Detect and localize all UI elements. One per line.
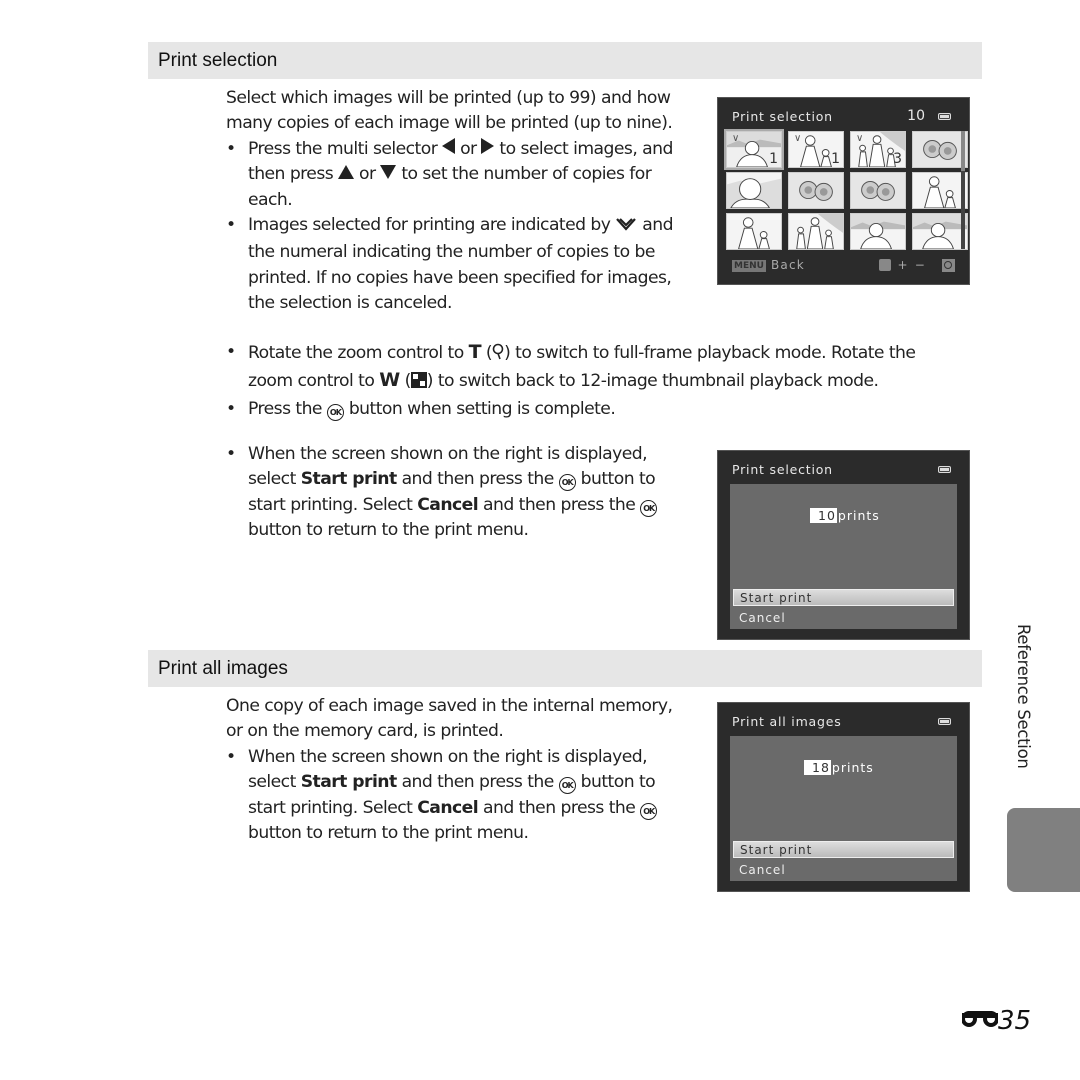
back-label: Back (770, 258, 805, 272)
thumbnail-image (796, 214, 843, 249)
side-tab-marker (1007, 808, 1080, 892)
ok-button-icon: OK (326, 403, 344, 421)
thumbnail-image (851, 214, 905, 249)
scrollbar-thumb[interactable] (961, 131, 965, 171)
bullet-start-print: When the screen shown on the right is di… (226, 442, 686, 544)
thumbnail-image (727, 178, 781, 208)
screen-title: Print selection (732, 462, 833, 477)
thumbnail-image (738, 217, 770, 249)
copies-count: 1 (769, 151, 778, 167)
ok-button-icon: OK (558, 474, 576, 492)
down-arrow-icon (380, 165, 397, 180)
print-all-text: One copy of each image saved in the inte… (226, 694, 686, 846)
ok-button-icon: OK (558, 777, 576, 795)
copies-count: 3 (893, 151, 902, 167)
section-header-print-all-images: Print all images (148, 650, 982, 687)
print-check-icon (615, 215, 637, 240)
plus-icon: + (897, 258, 909, 272)
minus-icon: − (914, 258, 926, 272)
cancel-option[interactable]: Cancel (733, 862, 954, 879)
thumbnail-mother-child[interactable]: ∨ 1 (788, 131, 844, 168)
print-check-icon: ∨ (794, 133, 802, 144)
right-arrow-icon (481, 137, 495, 154)
thumbnail-portrait[interactable]: ∨ 1 (724, 129, 784, 170)
thumbnail-grid-icon (410, 371, 427, 396)
start-print-option[interactable]: Start print (733, 841, 954, 858)
battery-icon (938, 113, 951, 120)
thumbnail-image (789, 173, 843, 208)
prints-count: 18 (804, 760, 831, 775)
screen-title: Print all images (732, 714, 842, 729)
thumbnail-image (851, 173, 905, 208)
battery-icon (938, 718, 951, 725)
intro-paragraph: One copy of each image saved in the inte… (226, 696, 673, 742)
prints-label: prints (837, 508, 880, 523)
copies-count: 1 (831, 151, 840, 167)
bullet-start-print: When the screen shown on the right is di… (226, 745, 686, 847)
confirm-panel: 18 prints Start print Cancel (730, 736, 957, 881)
prints-count: 10 (810, 508, 837, 523)
thumbnail-image (913, 214, 967, 249)
up-down-icon (879, 259, 892, 271)
thumbnail-flowers[interactable] (912, 131, 968, 168)
prints-count-display: 10 prints (810, 508, 880, 523)
ok-button-icon: OK (640, 802, 658, 820)
bullet-selected-indicator: Images selected for printing are indicat… (226, 213, 698, 317)
thumbnail-image (913, 132, 967, 167)
thumbnail-family[interactable]: ∨ 3 (850, 131, 906, 168)
camera-screen-confirm-selection: Print selection 10 prints Start print Can… (717, 450, 970, 640)
prints-label: prints (831, 760, 874, 775)
scrollbar[interactable] (961, 131, 965, 249)
left-arrow-icon (442, 137, 456, 154)
thumbnail-portrait[interactable] (912, 213, 968, 250)
confirm-panel: 10 prints Start print Cancel (730, 484, 957, 629)
thumbnail-image (924, 176, 956, 208)
zoom-icon (942, 258, 955, 272)
camera-screen-confirm-all: Print all images 18 prints Start print Ca… (717, 702, 970, 892)
ok-button-icon: OK (640, 499, 658, 517)
thumbnail-mother-child[interactable] (912, 172, 968, 209)
print-check-icon: ∨ (856, 133, 864, 144)
thumbnail-portrait[interactable] (850, 213, 906, 250)
thumbnail-mother-child[interactable] (726, 213, 782, 250)
bullet-multi-selector: Press the multi selector or to select im… (226, 137, 696, 213)
print-selection-text-middle: Rotate the zoom control to T () to switc… (226, 340, 961, 423)
page-number: 35 (961, 1006, 1031, 1036)
start-print-option[interactable]: Start print (733, 589, 954, 606)
thumbnail-grid: ∨ 1 ∨ 1 ∨ 3 (724, 129, 968, 250)
side-tab-label: Reference Section (1014, 624, 1033, 769)
zoom-magnifier-icon (492, 343, 504, 368)
reference-section-icon (961, 1006, 999, 1036)
thumbnail-family[interactable] (788, 213, 844, 250)
screen-footer: MENU Back + − (732, 258, 955, 276)
menu-button-icon: MENU (732, 260, 766, 272)
thumbnail-flowers[interactable] (788, 172, 844, 209)
intro-paragraph: Select which images will be printed (up … (226, 88, 673, 134)
up-arrow-icon (338, 165, 355, 180)
bullet-press-ok: Press the OK button when setting is comp… (226, 397, 961, 423)
screen-title: Print selection (732, 109, 833, 124)
thumbnail-face[interactable] (726, 172, 782, 209)
bullet-zoom-control: Rotate the zoom control to T () to switc… (226, 340, 961, 397)
prints-count-display: 18 prints (804, 760, 874, 775)
section-header-print-selection: Print selection (148, 42, 982, 79)
thumbnail-flowers[interactable] (850, 172, 906, 209)
battery-icon (938, 466, 951, 473)
print-selection-text-top: Select which images will be printed (up … (226, 86, 696, 317)
print-check-icon: ∨ (732, 133, 740, 144)
camera-screen-thumbnail: Print selection 10 ∨ 1 ∨ 1 ∨ 3 MENU Back + − (717, 97, 970, 285)
print-selection-text-bottom: When the screen shown on the right is di… (226, 442, 686, 544)
selected-count: 10 (907, 108, 925, 124)
cancel-option[interactable]: Cancel (733, 610, 954, 627)
